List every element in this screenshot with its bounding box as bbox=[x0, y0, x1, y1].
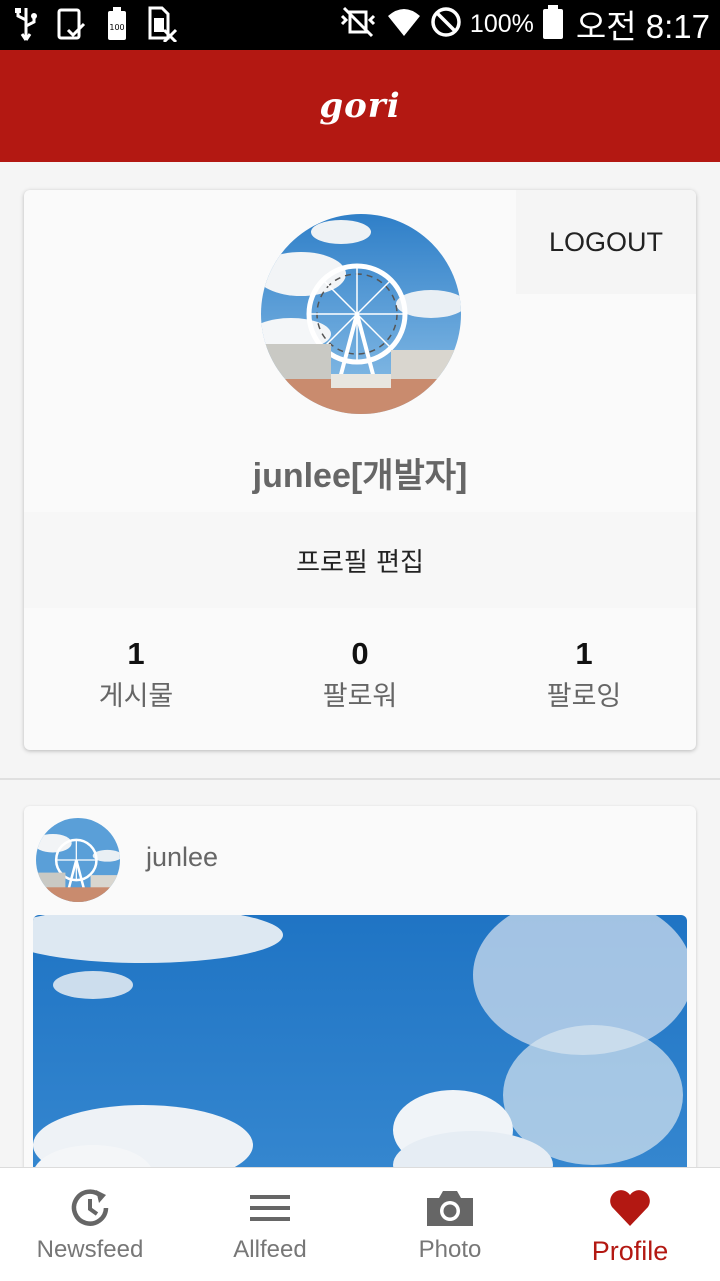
stat-followers[interactable]: 0 팔로워 bbox=[248, 634, 472, 720]
bottom-nav: Newsfeed Allfeed Photo Profile bbox=[0, 1167, 720, 1281]
menu-lines-icon bbox=[248, 1186, 292, 1230]
nav-allfeed[interactable]: Allfeed bbox=[180, 1168, 360, 1281]
mute-vibrate-icon bbox=[338, 6, 378, 42]
post-author-name[interactable]: junlee bbox=[146, 842, 218, 873]
nav-newsfeed[interactable]: Newsfeed bbox=[0, 1168, 180, 1281]
heart-icon bbox=[608, 1186, 652, 1230]
nav-allfeed-label: Allfeed bbox=[233, 1236, 307, 1263]
do-not-disturb-icon bbox=[430, 6, 462, 42]
post-card: junlee bbox=[24, 806, 696, 1226]
no-sim-icon bbox=[146, 6, 178, 42]
download-done-icon bbox=[56, 6, 88, 42]
post-author-avatar[interactable] bbox=[36, 818, 120, 902]
status-bar: 100 100% 오전 8:17 bbox=[0, 0, 720, 50]
battery-percent: 100% bbox=[469, 9, 534, 38]
profile-card: LOGOUT junlee[개발자] 프로필 편집 1 게시물 0 팔로워 1 … bbox=[24, 190, 696, 750]
stat-posts-value: 1 bbox=[127, 636, 145, 671]
logout-button[interactable]: LOGOUT bbox=[516, 190, 696, 294]
nav-photo[interactable]: Photo bbox=[360, 1168, 540, 1281]
nav-profile[interactable]: Profile bbox=[540, 1168, 720, 1281]
stat-followers-value: 0 bbox=[351, 636, 369, 671]
stat-followers-label: 팔로워 bbox=[322, 681, 398, 712]
svg-text:100: 100 bbox=[109, 23, 124, 32]
app-title: gori bbox=[319, 86, 401, 126]
history-icon bbox=[68, 1186, 112, 1230]
stat-following-value: 1 bbox=[575, 636, 593, 671]
nav-newsfeed-label: Newsfeed bbox=[36, 1236, 144, 1263]
stat-following[interactable]: 1 팔로잉 bbox=[472, 634, 696, 720]
wifi-icon bbox=[386, 6, 422, 42]
app-bar: gori bbox=[0, 50, 720, 162]
profile-avatar bbox=[261, 214, 461, 414]
battery-icon bbox=[542, 5, 564, 43]
usb-icon bbox=[14, 6, 38, 42]
battery-saver-icon: 100 bbox=[106, 6, 128, 42]
nav-photo-label: Photo bbox=[418, 1236, 482, 1263]
profile-username: junlee[개발자] bbox=[252, 457, 468, 495]
camera-icon bbox=[425, 1186, 475, 1230]
edit-profile-button[interactable]: 프로필 편집 bbox=[24, 512, 696, 608]
stat-posts-label: 게시물 bbox=[98, 681, 174, 712]
stat-posts[interactable]: 1 게시물 bbox=[24, 634, 248, 720]
clock: 오전 8:17 bbox=[575, 8, 710, 45]
nav-profile-label: Profile bbox=[591, 1236, 669, 1266]
section-divider bbox=[0, 778, 720, 780]
stat-following-label: 팔로잉 bbox=[546, 681, 622, 712]
